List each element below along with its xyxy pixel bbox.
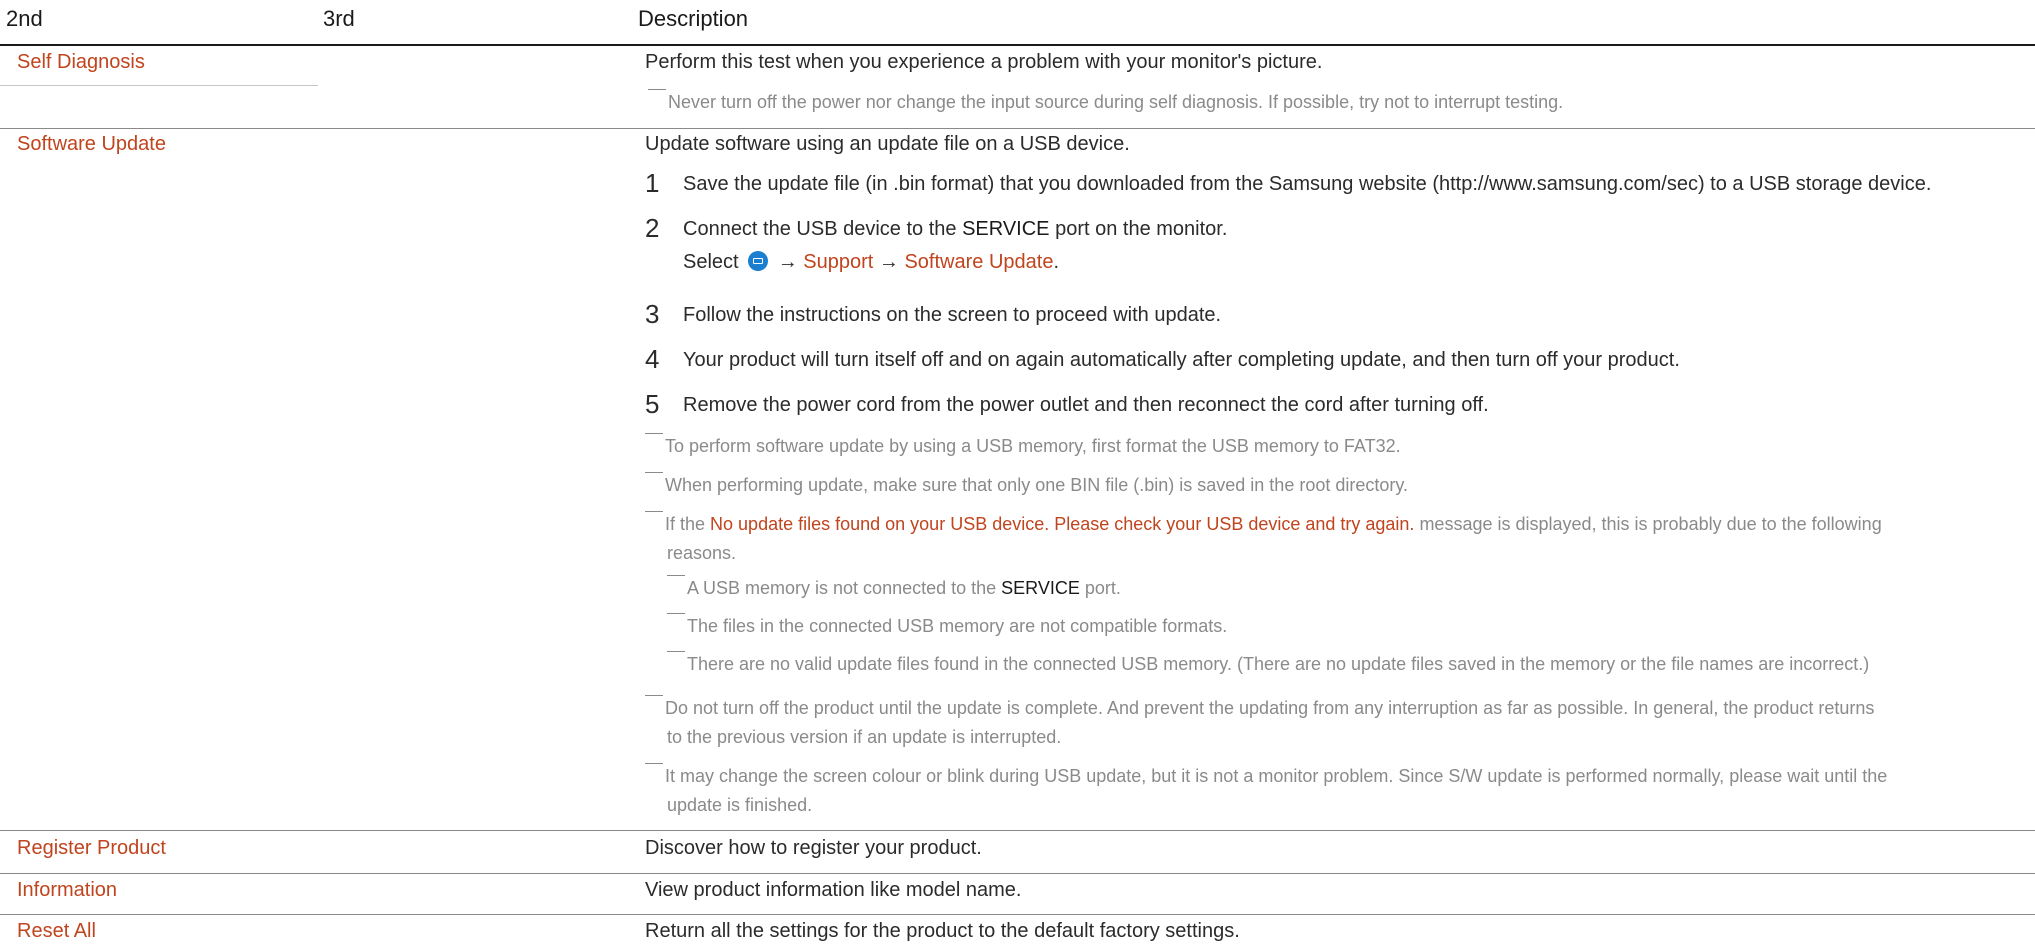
error-message: No update files found on your USB device… bbox=[710, 514, 1415, 534]
note-dash-icon bbox=[645, 763, 663, 776]
reset-all-description: Return all the settings for the product … bbox=[645, 920, 1240, 942]
note-dash-icon bbox=[645, 511, 663, 524]
note-dash-icon bbox=[667, 613, 685, 626]
self-diagnosis-description: Perform this test when you experience a … bbox=[645, 51, 1323, 73]
software-update-note-3: If the No update files found on your USB… bbox=[645, 508, 2015, 541]
step-1: 1 Save the update file (in .bin format) t… bbox=[645, 168, 1932, 198]
software-update-link[interactable]: Software Update bbox=[904, 251, 1053, 273]
step-2: 2 Connect the USB device to the SERVICE p… bbox=[645, 213, 1228, 243]
note-dash-icon bbox=[645, 472, 663, 485]
select-path: Select → Support → Software Update. bbox=[683, 251, 1060, 273]
support-link[interactable]: Support bbox=[803, 251, 873, 273]
row-divider bbox=[0, 873, 2035, 874]
menu-self-diagnosis[interactable]: Self Diagnosis bbox=[17, 51, 145, 74]
header-description: Description bbox=[638, 6, 749, 31]
row-divider bbox=[0, 914, 2035, 915]
menu-reset-all[interactable]: Reset All bbox=[17, 920, 96, 943]
software-update-note-1: To perform software update by using a US… bbox=[645, 430, 1401, 463]
self-diagnosis-note: Never turn off the power nor change the … bbox=[648, 86, 1563, 119]
software-update-subnote-2: The files in the connected USB memory ar… bbox=[667, 610, 1227, 643]
divider bbox=[0, 85, 318, 86]
software-update-note-3-cont: reasons. bbox=[667, 543, 737, 563]
software-update-subnote-3: There are no valid update files found in… bbox=[667, 648, 1869, 681]
menu-register-product[interactable]: Register Product bbox=[17, 837, 166, 860]
software-update-note-5: It may change the screen colour or blink… bbox=[645, 760, 1887, 793]
header-3rd: 3rd bbox=[323, 6, 355, 31]
service-term: SERVICE bbox=[962, 218, 1050, 240]
menu-software-update[interactable]: Software Update bbox=[17, 133, 166, 156]
menu-table: 2nd 3rd Description Self Diagnosis Perfo… bbox=[0, 0, 2035, 952]
step-5: 5 Remove the power cord from the power ou… bbox=[645, 389, 1489, 419]
step-4: 4 Your product will turn itself off and o… bbox=[645, 344, 1680, 374]
note-dash-icon bbox=[667, 575, 685, 588]
table-header: 2nd 3rd Description bbox=[0, 0, 2035, 46]
software-update-subnote-1: A USB memory is not connected to the SER… bbox=[667, 572, 1121, 605]
menu-information[interactable]: Information bbox=[17, 879, 117, 902]
service-term: SERVICE bbox=[1001, 578, 1080, 598]
information-description: View product information like model name… bbox=[645, 879, 1022, 901]
note-dash-icon bbox=[645, 695, 663, 708]
note-dash-icon bbox=[645, 433, 663, 446]
software-update-note-5-cont: update is finished. bbox=[667, 795, 813, 815]
row-divider bbox=[0, 128, 2035, 129]
register-product-description: Discover how to register your product. bbox=[645, 837, 982, 859]
note-dash-icon bbox=[648, 89, 666, 102]
software-update-note-4-cont: to the previous version if an update is … bbox=[667, 727, 1062, 747]
header-2nd: 2nd bbox=[6, 6, 43, 31]
menu-icon bbox=[748, 251, 769, 271]
step-3: 3 Follow the instructions on the screen t… bbox=[645, 299, 1222, 329]
software-update-note-2: When performing update, make sure that o… bbox=[645, 469, 1408, 502]
note-dash-icon bbox=[667, 651, 685, 664]
software-update-description: Update software using an update file on … bbox=[645, 133, 1130, 155]
row-divider bbox=[0, 830, 2035, 831]
